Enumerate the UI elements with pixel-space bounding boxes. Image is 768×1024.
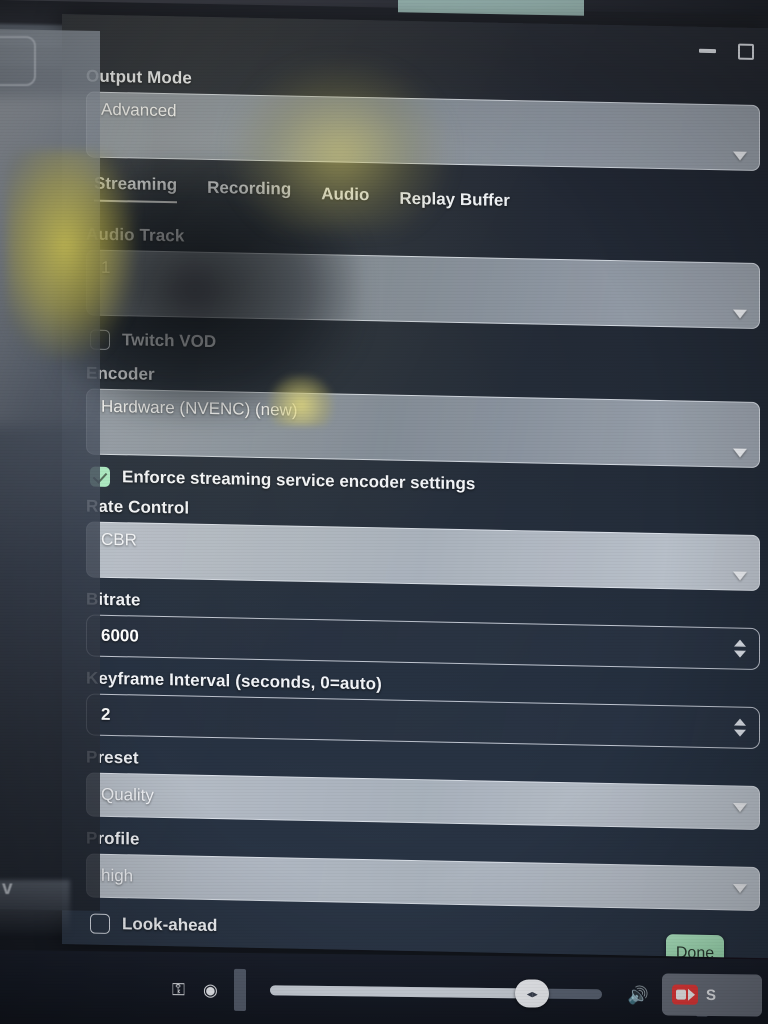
toolbar-divider [233,968,246,1012]
bitrate-field: Bitrate 6000 [86,589,760,671]
profile-dropdown[interactable]: high [86,853,760,912]
preset-field: Preset Quality [86,747,760,831]
window-controls [699,43,754,60]
keyframe-interval-field: Keyframe Interval (seconds, 0=auto) 2 [86,668,760,750]
yellow-glare-spot [268,374,334,426]
chevron-down-icon[interactable] [734,729,746,737]
speaker-icon[interactable]: 🔊 [628,985,649,1004]
left-edge-glyph: v [2,878,13,899]
chevron-down-icon [733,802,747,813]
profile-value: high [101,865,134,886]
preset-value: Quality [101,784,154,805]
video-camera-icon [672,984,698,1005]
look-ahead-row[interactable]: Look-ahead [90,913,760,947]
look-ahead-checkbox[interactable] [90,913,110,934]
bottom-toolbar-inner: ⚿ ◉ ◂▸ 🔊 ⚙ [0,950,768,1024]
slider-fill [269,985,529,999]
keyframe-interval-stepper[interactable] [734,718,746,737]
bitrate-stepper[interactable] [734,639,746,658]
chevron-down-icon [733,883,747,894]
enforce-settings-row[interactable]: Enforce streaming service encoder settin… [90,466,760,500]
rate-control-field: Rate Control CBR [86,496,760,592]
profile-field: Profile high [86,828,760,912]
chevron-up-icon[interactable] [734,639,746,647]
maximize-icon[interactable] [738,43,754,60]
record-chip-label: S [706,986,717,1004]
photo-of-monitor: .D .D .D .Dx .Dx .Dx .Dxl .DxF ettin .Dx… [0,0,768,1024]
reflected-rounded-rect [0,36,36,86]
chevron-down-icon[interactable] [734,650,746,658]
record-chip[interactable]: S [662,973,762,1017]
chevron-down-icon [733,151,747,161]
lock-icon[interactable]: ⚿ [172,980,185,999]
bottom-toolbar: ⚿ ◉ ◂▸ 🔊 ⚙ [0,950,768,1024]
chevron-up-icon[interactable] [734,718,746,726]
chevron-down-icon [733,448,747,458]
chevron-down-icon [733,309,747,319]
minimize-icon[interactable] [699,48,716,54]
rate-control-dropdown[interactable]: CBR [86,521,760,592]
enforce-settings-label: Enforce streaming service encoder settin… [122,467,476,494]
eye-icon[interactable]: ◉ [203,980,218,999]
keyframe-interval-value: 2 [101,704,111,724]
rate-control-value: CBR [101,529,137,550]
bitrate-input[interactable]: 6000 [86,614,760,671]
yellow-glare-reflection-secondary [230,60,450,230]
done-button[interactable]: Done [666,934,724,959]
preset-dropdown[interactable]: Quality [86,772,760,831]
slider-thumb[interactable]: ◂▸ [515,979,550,1008]
look-ahead-label: Look-ahead [122,914,218,936]
chevron-down-icon [733,571,747,581]
keyframe-interval-input[interactable]: 2 [86,693,760,750]
yellow-glare-reflection [6,150,136,360]
timeline-slider[interactable]: ◂▸ [269,979,602,1008]
bitrate-value: 6000 [101,625,139,646]
